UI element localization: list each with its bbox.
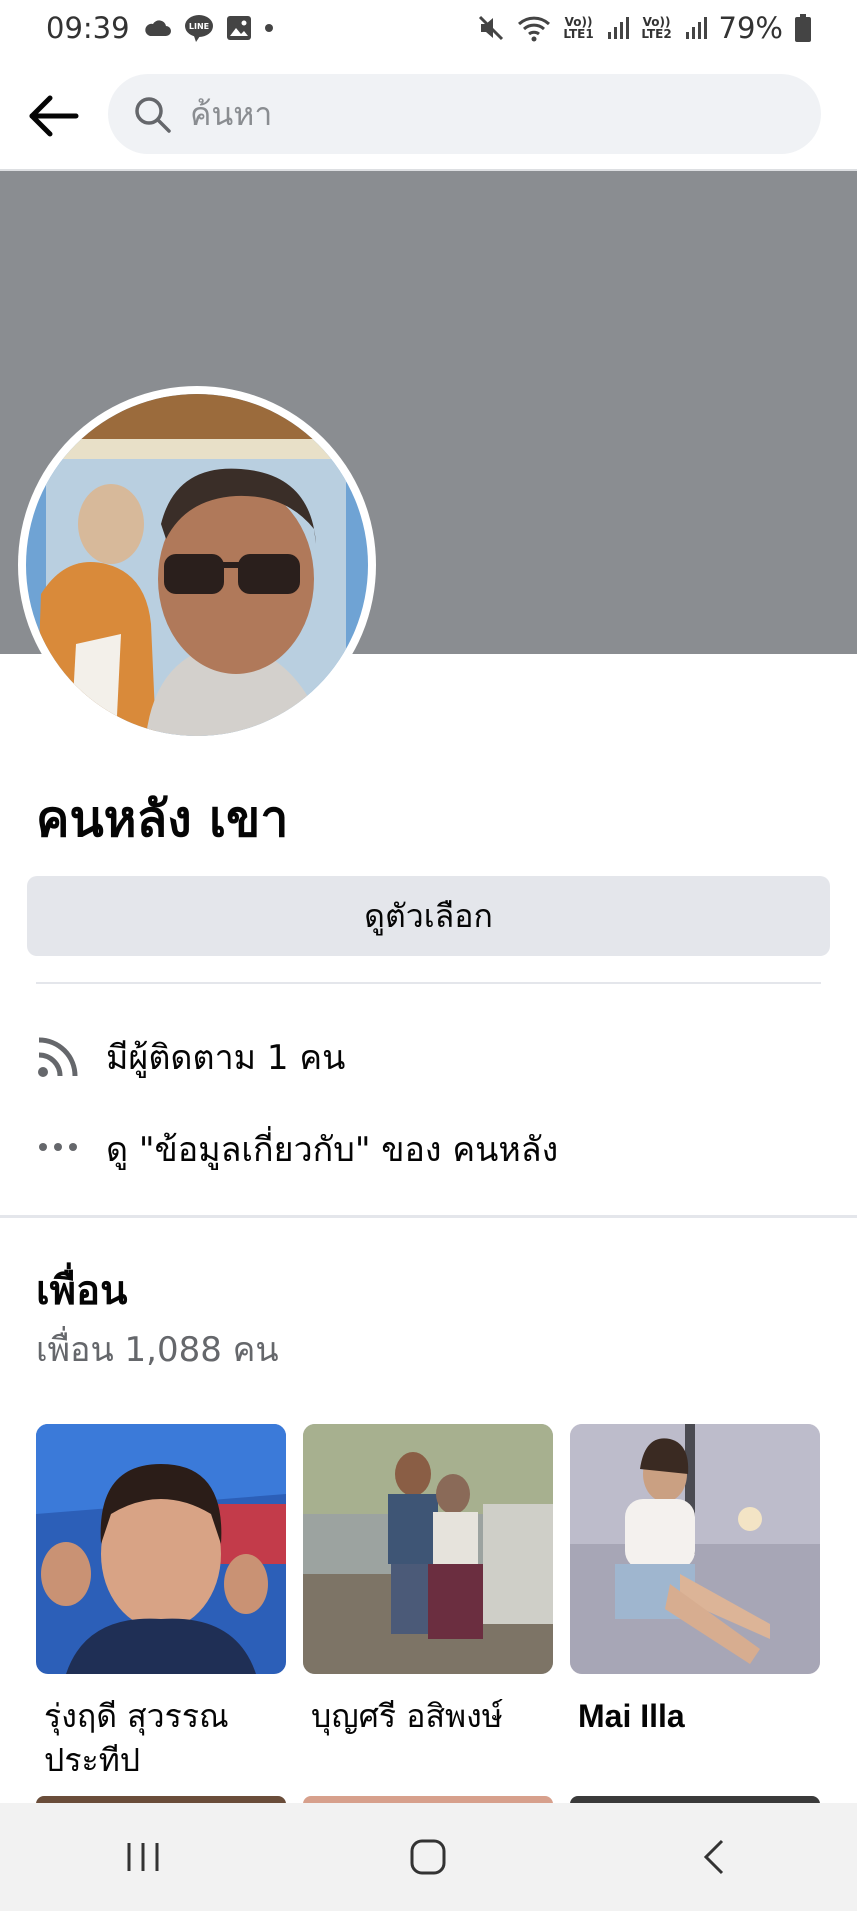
wifi-icon [517,14,551,42]
battery-percent: 79% [718,11,783,45]
lte1-label: Vo)) LTE1 [563,15,594,41]
view-options-button[interactable]: ดูตัวเลือก [27,876,830,956]
signal1-icon [607,16,629,40]
friend-name-line2: ประทีป [44,1741,141,1779]
friend-name-line1: Mai Illa [578,1698,685,1734]
recent-apps-icon [127,1843,159,1871]
cloud-icon [142,18,172,38]
top-bar [0,56,857,171]
friend-name-line1: บุญศรี อสิพงษ์ [311,1697,503,1735]
search-input[interactable] [188,94,752,134]
mute-icon [477,14,505,42]
home-icon [410,1839,446,1875]
followers-text: มีผู้ติดตาม 1 คน [106,1038,346,1078]
home-button[interactable] [388,1817,468,1897]
friend-photo[interactable] [303,1424,553,1674]
friend-card[interactable]: บุญศรี อสิพงษ์ [303,1424,553,1738]
friend-card[interactable]: รุ่งฤดี สุวรรณ ประทีป [36,1424,286,1782]
back-nav-button[interactable] [674,1817,754,1897]
gallery-icon [226,15,252,41]
avatar-photo [26,394,368,736]
arrow-left-icon [29,95,79,137]
search-bar[interactable] [108,74,821,154]
status-bar: 09:39 LINE Vo)) LTE1 Vo)) LTE2 79% [0,0,857,56]
friend-name[interactable]: รุ่งฤดี สุวรรณ ประทีป [36,1694,286,1782]
line-app-icon: LINE [184,14,214,42]
friend-name-line1: รุ่งฤดี สุวรรณ [44,1697,229,1735]
status-time: 09:39 [46,11,130,45]
friend-photo[interactable] [36,1424,286,1674]
profile-avatar[interactable] [18,386,376,744]
friend-name[interactable]: บุญศรี อสิพงษ์ [303,1694,553,1738]
svg-text:LINE: LINE [188,22,208,31]
back-button[interactable] [26,88,82,144]
notification-dot-icon [264,23,274,33]
more-dots-icon [36,1127,80,1171]
status-right: Vo)) LTE1 Vo)) LTE2 79% [477,11,811,45]
lte2-label: Vo)) LTE2 [641,15,672,41]
rss-feed-icon [36,1035,80,1079]
followers-row: มีผู้ติดตาม 1 คน [36,1030,345,1084]
divider [36,982,821,984]
friend-photo[interactable] [570,1424,820,1674]
friends-section-title: เพื่อน [36,1268,128,1314]
signal2-icon [685,16,707,40]
friend-name[interactable]: Mai Illa [570,1694,820,1738]
profile-name: คนหลัง เขา [36,790,289,848]
friend-card[interactable]: Mai Illa [570,1424,820,1738]
search-icon [135,97,171,133]
chevron-left-icon [704,1839,724,1875]
friends-count[interactable]: เพื่อน 1,088 คน [36,1322,279,1376]
battery-icon [795,14,811,42]
status-left: 09:39 LINE [46,11,274,45]
system-nav-bar [0,1803,857,1911]
about-row[interactable]: ดู "ข้อมูลเกี่ยวกับ" ของ คนหลัง [36,1122,558,1176]
about-text[interactable]: ดู "ข้อมูลเกี่ยวกับ" ของ คนหลัง [106,1122,558,1176]
recent-apps-button[interactable] [103,1817,183,1897]
section-divider [0,1215,857,1218]
